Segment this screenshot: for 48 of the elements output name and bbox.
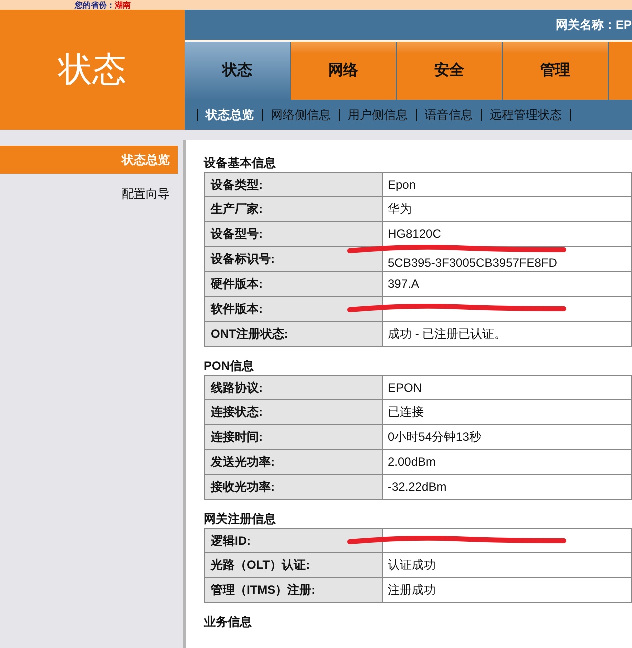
- sub-nav-link[interactable]: 语音信息: [425, 106, 473, 124]
- table-cell-text: 397.A: [388, 276, 420, 293]
- table-cell-text: EPON: [388, 380, 422, 396]
- table-cell-text: 0小时54分钟13秒: [388, 429, 482, 446]
- table-cell: ONT注册状态:: [205, 322, 383, 346]
- table-cell-text: HG8120C: [388, 226, 442, 243]
- table-cell: 设备型号:: [205, 222, 383, 246]
- sub-nav-link[interactable]: 远程管理状态: [490, 106, 562, 124]
- table-cell-text: -32.22dBm: [388, 479, 447, 496]
- tab-strip: [609, 42, 632, 100]
- sidebar-item[interactable]: 状态总览: [0, 146, 178, 174]
- table-cell: 接收光功率:: [205, 475, 383, 499]
- nav-tab[interactable]: 安全: [397, 42, 502, 100]
- table-cell: 软件版本:: [205, 297, 383, 321]
- table-cell: 硬件版本:: [205, 272, 383, 296]
- section-title: PON信息: [204, 358, 256, 375]
- table-cell: 连接时间:: [205, 425, 383, 449]
- sub-nav-link[interactable]: 网络侧信息: [271, 106, 331, 124]
- nav-tab[interactable]: 状态: [185, 42, 290, 100]
- table-cell: 光路（OLT）认证:: [205, 553, 383, 577]
- table-cell: 管理（ITMS）注册:: [205, 578, 383, 602]
- province-label: 您的省份：: [75, 0, 115, 10]
- province-value: 湖南: [115, 0, 131, 10]
- table-cell: 线路协议:: [205, 376, 383, 399]
- table-cell: 设备类型:: [205, 173, 383, 196]
- section-title: 设备基本信息: [204, 155, 277, 172]
- table-cell-text: 成功 - 已注册已认证。: [388, 326, 507, 343]
- sidebar-item[interactable]: 配置向导: [0, 180, 178, 208]
- section-title: 网关注册信息: [204, 511, 277, 528]
- table-cell: 生产厂家:: [205, 197, 383, 221]
- table-cell: 5CB395-3F3005CB3957FE8FD: [388, 257, 558, 269]
- table-cell: 连接状态:: [205, 400, 383, 424]
- table-cell-text: 2.00dBm: [388, 454, 436, 471]
- table-cell-text: 认证成功: [388, 557, 436, 574]
- page-title: 状态: [58, 50, 126, 90]
- sub-nav-link[interactable]: 用户侧信息: [348, 106, 408, 124]
- table-cell-text: 已连接: [388, 404, 424, 421]
- table-cell: 发送光功率:: [205, 450, 383, 474]
- gateway-name: 网关名称：EP: [556, 17, 632, 34]
- table-cell-text: Epon: [388, 176, 416, 194]
- table-cell-text: 注册成功: [388, 582, 436, 599]
- table-cell: 逻辑ID:: [205, 529, 383, 552]
- sub-nav-link[interactable]: 状态总览: [206, 106, 254, 124]
- section-title: 业务信息: [204, 614, 253, 631]
- nav-tab[interactable]: 管理: [503, 42, 608, 100]
- nav-tab[interactable]: 网络: [291, 42, 396, 100]
- table-cell: 设备标识号:: [205, 247, 383, 271]
- table-cell-text: 华为: [388, 201, 412, 218]
